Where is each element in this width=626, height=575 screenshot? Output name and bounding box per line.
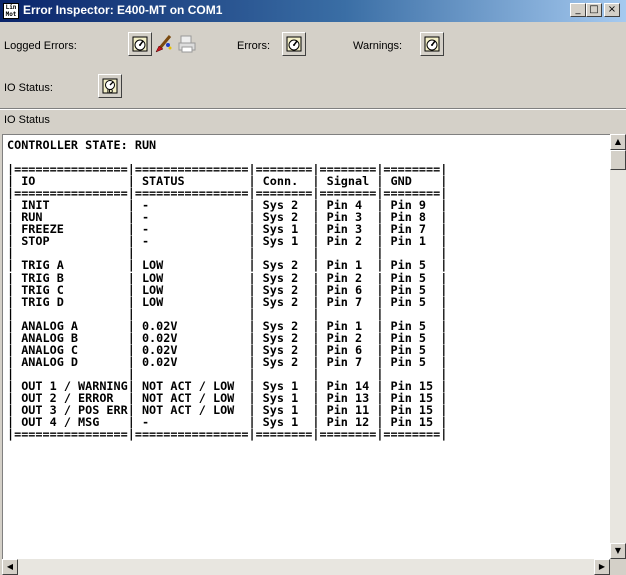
errors-show-button[interactable] [282,32,306,56]
io-status-textarea[interactable]: CONTROLLER STATE: RUN |================|… [2,134,610,559]
scrollbar-corner [610,559,626,575]
logged-errors-clear-button[interactable] [153,33,175,55]
print-icon [178,35,196,53]
window-title: Error Inspector: E400-MT on COM1 [23,3,223,17]
errors-label: Errors: [237,40,270,52]
svg-text:IO: IO [107,89,113,94]
horizontal-scrollbar[interactable]: ◀ ▶ [2,559,610,575]
io-gauge-icon: IO [102,78,118,94]
scroll-right-button[interactable]: ▶ [594,559,610,575]
warnings-label: Warnings: [353,40,403,52]
gauge-icon [424,36,440,52]
title-bar[interactable]: Lin Mot Error Inspector: E400-MT on COM1 … [0,0,626,22]
panel-caption: IO Status [4,114,50,126]
scroll-up-button[interactable]: ▲ [610,134,626,150]
io-status-text: CONTROLLER STATE: RUN |================|… [7,138,448,442]
logged-errors-print-button[interactable] [176,33,198,55]
toolbar-separator [0,108,626,110]
clear-brush-icon [155,35,172,53]
gauge-icon [132,36,148,52]
maximize-button[interactable]: □ [586,3,602,17]
minimize-button[interactable]: _ [570,3,586,17]
gauge-icon [286,36,302,52]
io-status-show-button[interactable]: IO [98,74,122,98]
logged-errors-label: Logged Errors: [4,40,77,52]
warnings-show-button[interactable] [420,32,444,56]
logged-errors-show-button[interactable] [128,32,152,56]
close-button[interactable]: × [604,3,620,17]
io-status-label: IO Status: [4,82,53,94]
scroll-left-button[interactable]: ◀ [2,559,18,575]
vertical-scroll-thumb[interactable] [610,150,626,170]
app-logo-icon: Lin Mot [3,3,19,19]
vertical-scrollbar[interactable]: ▲ ▼ [610,134,626,559]
scroll-down-button[interactable]: ▼ [610,543,626,559]
